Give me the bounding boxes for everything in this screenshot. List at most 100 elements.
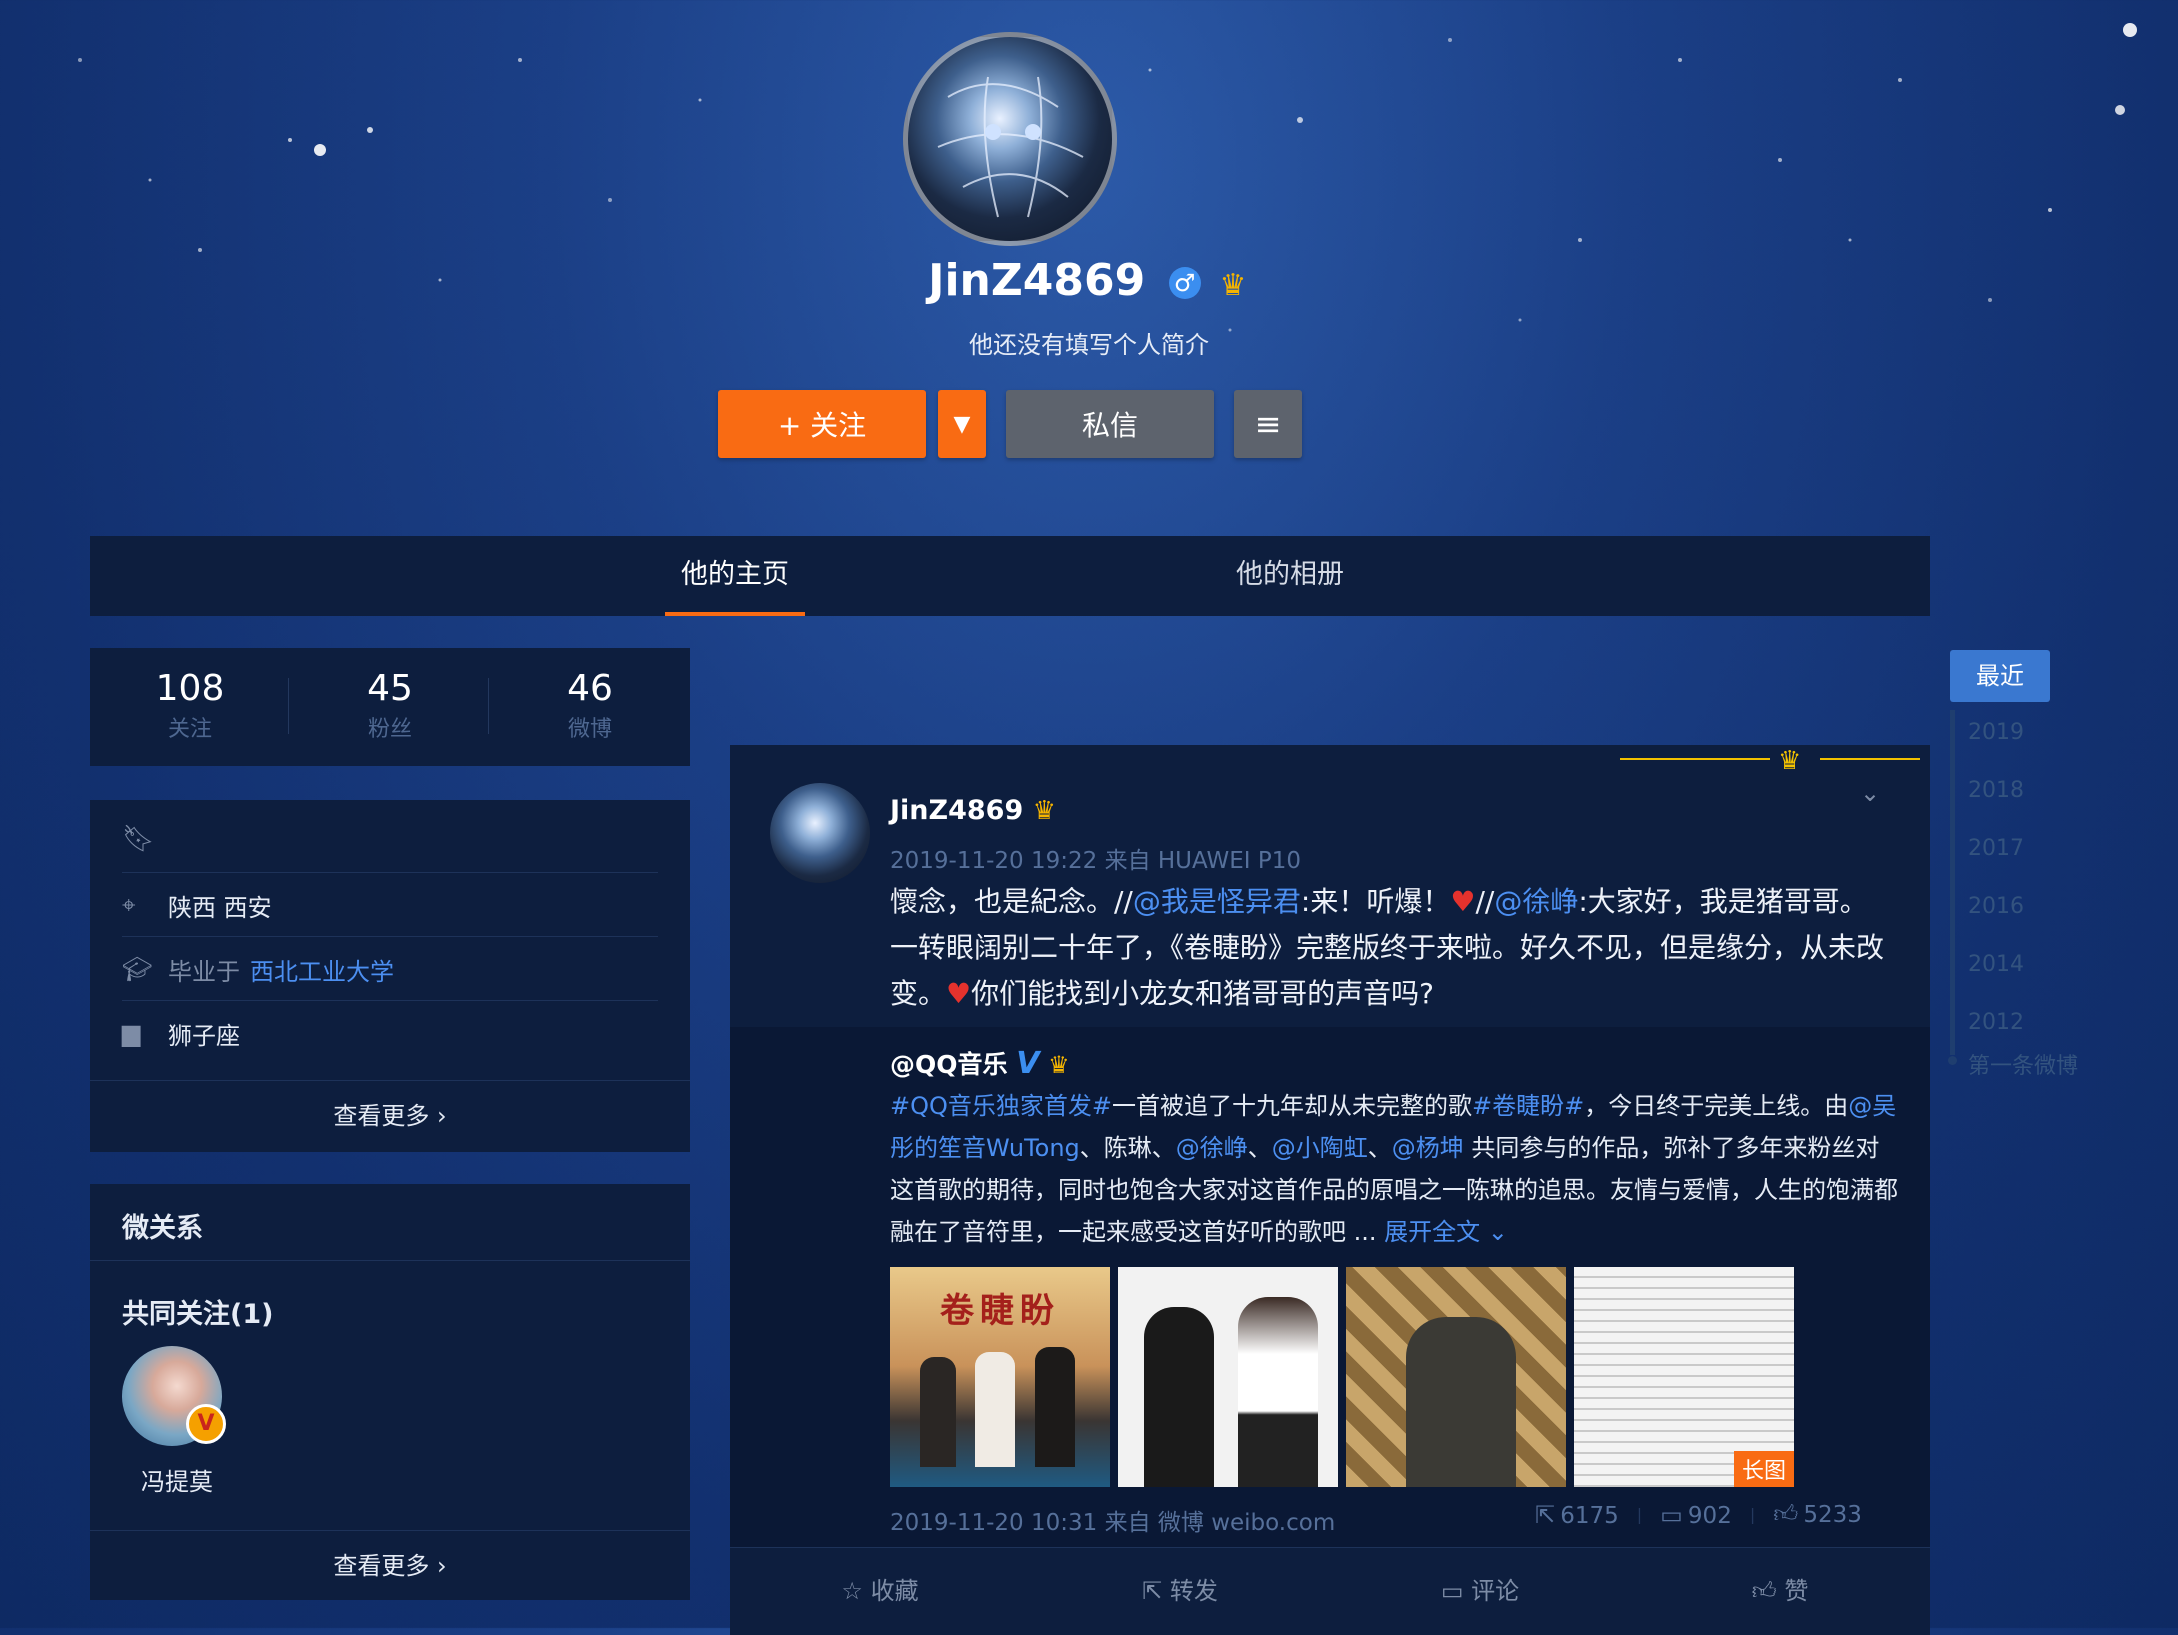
timeline-year[interactable]: 2016: [1968, 894, 2024, 919]
divider: [730, 1547, 1930, 1548]
timeline-recent[interactable]: 最近: [1950, 650, 2050, 702]
divider: [488, 678, 489, 734]
long-image-tag: 长图: [1733, 1451, 1794, 1487]
vip-crown-icon: ♛: [1048, 1051, 1070, 1079]
post-text-segment: 你们能找到小龙女和猪哥哥的声音吗?: [971, 977, 1434, 1010]
repost-counts: ⇱ 6175 | ▭ 902 | 👍︎ 5233: [1535, 1500, 1862, 1529]
heart-icon: ♥: [946, 977, 972, 1010]
friend-name[interactable]: 冯提莫: [122, 1462, 232, 1497]
action-favorite[interactable]: ☆ 收藏: [730, 1553, 1030, 1629]
follow-button[interactable]: + 关注: [718, 390, 926, 458]
post-options-chevron-icon[interactable]: ⌄: [1860, 779, 1880, 807]
post-image-2[interactable]: [1118, 1267, 1338, 1487]
post-image-1-title: 卷睫盼: [940, 1291, 1060, 1331]
comment-count-item[interactable]: ▭ 902: [1660, 1501, 1732, 1529]
action-repost-label: 转发: [1169, 1577, 1218, 1605]
thumb-up-icon: 👍︎: [1751, 1577, 1777, 1605]
birthday-cake-icon: ▆: [122, 1019, 141, 1047]
message-button-label: 私信: [1081, 409, 1138, 442]
timeline-year[interactable]: 2012: [1968, 1010, 2024, 1035]
info-school-link[interactable]: 西北工业大学: [250, 952, 394, 987]
timeline-year[interactable]: 2017: [1968, 836, 2024, 861]
mention-link[interactable]: @徐峥: [1176, 1134, 1248, 1162]
follow-button-label: + 关注: [777, 409, 867, 442]
post-author-avatar[interactable]: [770, 783, 870, 883]
post-meta: 2019-11-20 19:22 来自 HUAWEI P10: [890, 848, 1301, 874]
repost-text-segment: 、陈琳、: [1079, 1134, 1176, 1162]
timeline-year[interactable]: 2014: [1968, 952, 2024, 977]
repost-author-link[interactable]: @QQ音乐: [890, 1050, 1008, 1079]
profile-avatar[interactable]: [903, 32, 1117, 246]
repost-count-item[interactable]: ⇱ 6175: [1535, 1501, 1619, 1529]
comment-icon: ▭: [1660, 1500, 1683, 1529]
repost-author-row: @QQ音乐 V ♛: [890, 1045, 1070, 1081]
mention-link[interactable]: @徐峥: [1494, 885, 1578, 918]
profile-tab-bar: 他的主页 他的相册: [90, 536, 1930, 616]
stat-following-value: 108: [155, 668, 225, 709]
post-text-segment: :来！听爆！: [1300, 885, 1451, 918]
heart-icon: ♥: [1450, 885, 1476, 918]
post-image-3[interactable]: [1346, 1267, 1566, 1487]
relations-more-link[interactable]: 查看更多 ›: [90, 1530, 690, 1601]
stat-posts-value: 46: [567, 668, 613, 709]
action-comment-label: 评论: [1471, 1577, 1520, 1605]
post-author-row: JinZ4869 ♛: [890, 795, 1056, 826]
thumb-up-icon: 👍︎: [1773, 1500, 1799, 1528]
follow-dropdown-button[interactable]: ▼: [938, 390, 986, 458]
action-favorite-label: 收藏: [870, 1577, 919, 1605]
post-text: 懷念，也是紀念。//@我是怪异君:来！听爆！♥//@徐峥:大家好，我是猪哥哥。一…: [890, 879, 1890, 1017]
stat-followers-value: 45: [367, 668, 413, 709]
mention-link[interactable]: @小陶虹: [1272, 1134, 1368, 1162]
divider: [90, 1260, 690, 1261]
post-image-1[interactable]: 卷睫盼: [890, 1267, 1110, 1487]
timeline-first-post[interactable]: 第一条微博: [1968, 1048, 2078, 1080]
hamburger-icon: ≡: [1254, 405, 1282, 443]
stat-posts[interactable]: 46 微博: [490, 648, 690, 743]
repost-count: 6175: [1560, 1502, 1619, 1529]
timeline-dot: [1948, 1056, 1957, 1065]
stat-followers[interactable]: 45 粉丝: [290, 648, 490, 743]
repost-text-segment: 一首被追了十九年却从未完整的歌: [1112, 1092, 1472, 1120]
info-education-prefix: 毕业于: [168, 957, 240, 986]
profile-bio: 他还没有填写个人简介: [969, 331, 1209, 359]
tab-home-label: 他的主页: [681, 559, 789, 590]
expand-full-text-link[interactable]: 展开全文 ⌄: [1384, 1218, 1508, 1246]
relations-title: 微关系: [122, 1213, 203, 1244]
comment-count: 902: [1687, 1502, 1732, 1529]
stat-following[interactable]: 108 关注: [90, 648, 290, 743]
info-education: 🎓︎ 毕业于 西北工业大学: [122, 936, 658, 1001]
share-icon: ⇱: [1142, 1577, 1163, 1605]
divider: |: [1636, 1505, 1643, 1524]
info-location: ⌖ 陕西 西安: [122, 872, 658, 937]
info-location-text: 陕西 西安: [168, 893, 272, 922]
timeline-year[interactable]: 2019: [1968, 720, 2024, 745]
stats-panel: 108 关注 45 粉丝 46 微博: [90, 648, 690, 766]
more-menu-button[interactable]: ≡: [1234, 390, 1302, 458]
tab-album[interactable]: 他的相册: [1220, 536, 1360, 616]
repost-meta: 2019-11-20 10:31 来自 微博 weibo.com: [890, 1510, 1336, 1536]
hashtag-link[interactable]: #卷睫盼#: [1472, 1092, 1584, 1120]
hashtag-link[interactable]: #QQ音乐独家首发#: [890, 1092, 1112, 1120]
post-text-segment: //: [1475, 885, 1495, 918]
figure-silhouette: [1144, 1307, 1214, 1487]
figure-silhouette: [1406, 1317, 1516, 1487]
action-comment[interactable]: ▭ 评论: [1330, 1553, 1630, 1629]
action-like[interactable]: 👍︎ 赞: [1630, 1553, 1930, 1629]
profile-username: JinZ4869: [928, 255, 1146, 306]
figure-silhouette: [975, 1352, 1015, 1467]
bookmark-icon: 🔖︎: [122, 824, 156, 854]
post-image-4[interactable]: 长图: [1574, 1267, 1794, 1487]
timeline-year[interactable]: 2018: [1968, 778, 2024, 803]
post-author-name[interactable]: JinZ4869: [890, 795, 1023, 826]
tab-active-indicator: [665, 612, 805, 616]
tab-album-label: 他的相册: [1236, 559, 1344, 590]
vip-crown-icon: ♛: [1032, 796, 1056, 826]
share-icon: ⇱: [1535, 1500, 1556, 1529]
info-more-link[interactable]: 查看更多 ›: [90, 1080, 690, 1151]
message-button[interactable]: 私信: [1006, 390, 1214, 458]
tab-home[interactable]: 他的主页: [665, 536, 805, 616]
action-repost[interactable]: ⇱ 转发: [1030, 1553, 1330, 1629]
mention-link[interactable]: @杨坤: [1392, 1134, 1464, 1162]
mention-link[interactable]: @我是怪异君: [1133, 885, 1301, 918]
like-count-item[interactable]: 👍︎ 5233: [1773, 1500, 1862, 1529]
